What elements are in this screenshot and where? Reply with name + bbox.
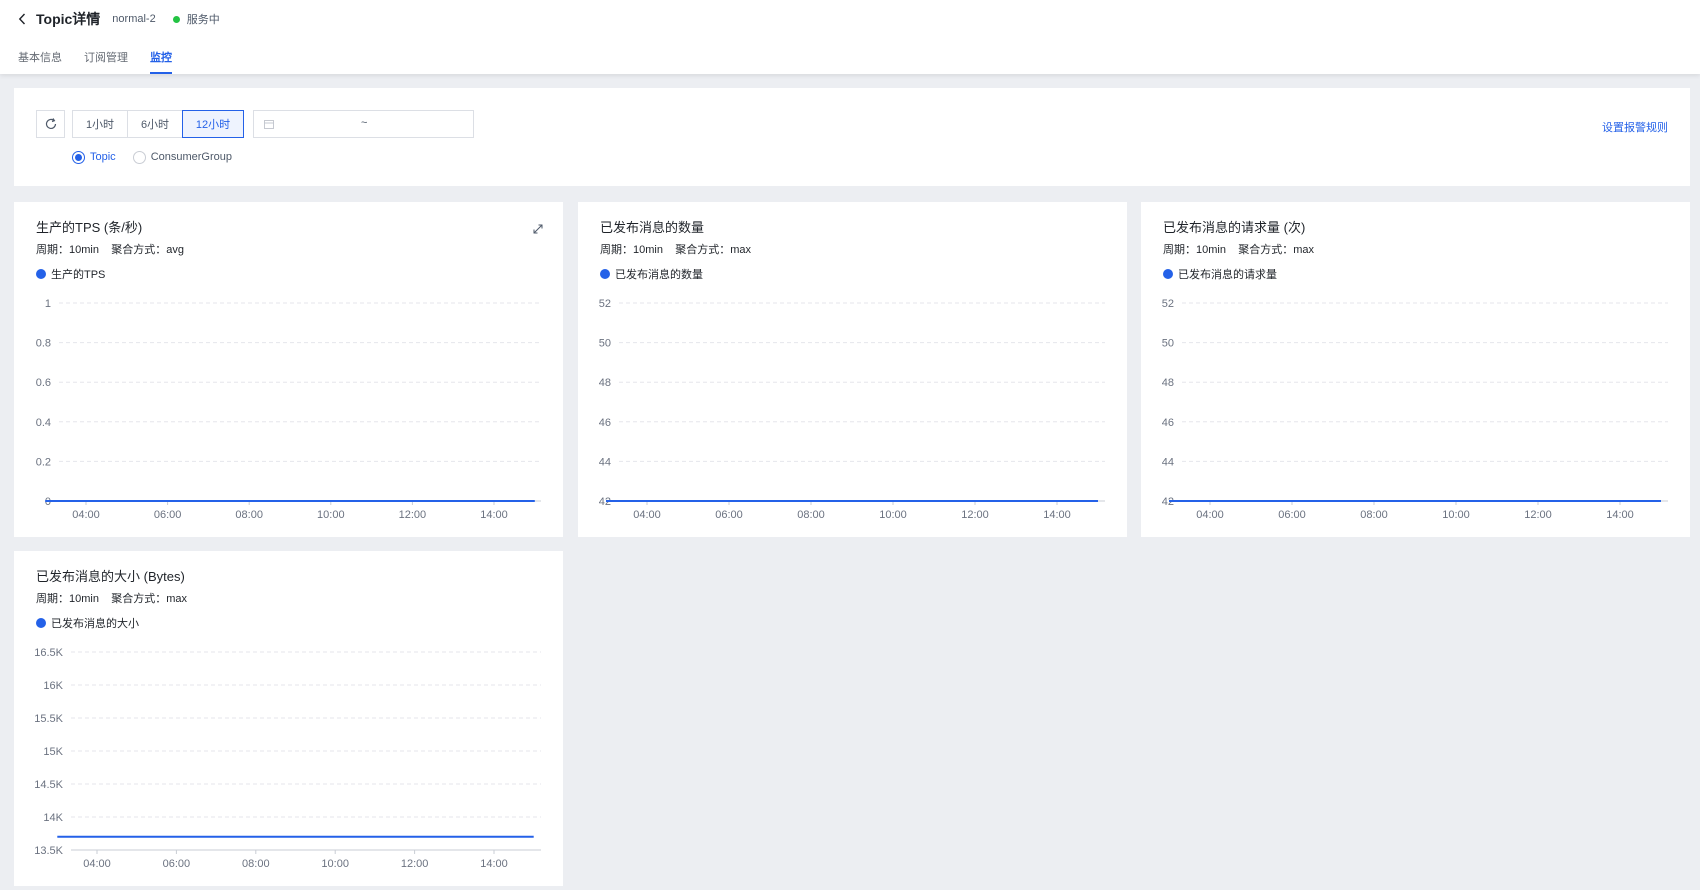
y-tick-label: 48 xyxy=(599,377,611,389)
x-tick-label: 10:00 xyxy=(879,509,907,521)
chevron-left-icon[interactable] xyxy=(18,9,32,29)
y-tick-label: 13.5K xyxy=(34,845,63,857)
time-range-group: 1小时 6小时 12小时 xyxy=(72,110,244,138)
instance-name: normal-2 xyxy=(112,13,156,25)
x-tick-label: 08:00 xyxy=(242,858,270,870)
y-tick-label: 44 xyxy=(599,456,611,468)
x-tick-label: 12:00 xyxy=(399,509,427,521)
chart-card-tps: 生产的TPS (条/秒) 周期：10min 聚合方式：avg 生产的TPS 10… xyxy=(14,202,563,537)
date-range-picker[interactable]: ~ xyxy=(253,110,474,138)
calendar-icon xyxy=(264,120,274,129)
radio-topic-label: Topic xyxy=(90,151,116,163)
title-row: Topic详情 normal-2 服务中 xyxy=(18,9,220,29)
date-separator: ~ xyxy=(361,117,368,129)
page-title: Topic详情 xyxy=(36,11,101,27)
monitor-toolbar: 1小时 6小时 12小时 ~ 设置报警规则 Topic ConsumerGrou… xyxy=(14,88,1690,186)
y-tick-label: 1 xyxy=(45,298,51,310)
radio-consumer-group[interactable]: ConsumerGroup xyxy=(132,150,233,164)
chart-card-msg-count: 已发布消息的数量 周期：10min 聚合方式：max 已发布消息的数量 52 50… xyxy=(578,202,1127,537)
x-tick-label: 08:00 xyxy=(797,509,825,521)
y-tick-label: 14K xyxy=(43,812,63,824)
refresh-button[interactable] xyxy=(36,110,65,138)
y-tick-label: 14.5K xyxy=(34,779,63,791)
x-tick-label: 04:00 xyxy=(83,858,111,870)
range-1h-button[interactable]: 1小时 xyxy=(72,110,128,138)
set-alarm-rule-link[interactable]: 设置报警规则 xyxy=(1602,119,1668,135)
status-dot-icon xyxy=(172,15,180,23)
x-tick-label: 06:00 xyxy=(163,858,191,870)
radio-consumer-group-label: ConsumerGroup xyxy=(150,151,233,163)
x-tick-label: 06:00 xyxy=(1278,509,1306,521)
radio-unchecked-icon xyxy=(132,150,146,164)
radio-topic[interactable]: Topic xyxy=(72,150,116,164)
x-tick-label: 08:00 xyxy=(235,509,263,521)
refresh-icon xyxy=(45,118,56,130)
x-tick-label: 12:00 xyxy=(961,509,989,521)
x-tick-label: 14:00 xyxy=(480,509,508,521)
dimension-radio-group: Topic ConsumerGroup xyxy=(72,149,249,165)
x-tick-label: 10:00 xyxy=(321,858,349,870)
x-tick-label: 04:00 xyxy=(1196,509,1224,521)
y-tick-label: 0.4 xyxy=(36,417,51,429)
x-tick-label: 04:00 xyxy=(633,509,661,521)
y-tick-label: 50 xyxy=(599,338,611,350)
y-tick-label: 16K xyxy=(43,680,63,692)
x-tick-label: 10:00 xyxy=(1442,509,1470,521)
x-tick-label: 08:00 xyxy=(1360,509,1388,521)
chart-card-request-count: 已发布消息的请求量 (次) 周期：10min 聚合方式：max 已发布消息的请求… xyxy=(1141,202,1690,537)
range-12h-button[interactable]: 12小时 xyxy=(182,110,244,138)
tab-subscription[interactable]: 订阅管理 xyxy=(84,49,128,74)
x-tick-label: 06:00 xyxy=(715,509,743,521)
page-header: Topic详情 normal-2 服务中 基本信息 订阅管理 监控 xyxy=(0,0,1700,74)
x-tick-label: 12:00 xyxy=(1524,509,1552,521)
y-tick-label: 48 xyxy=(1162,377,1174,389)
y-tick-label: 16.5K xyxy=(34,647,63,659)
y-tick-label: 50 xyxy=(1162,338,1174,350)
radio-checked-icon xyxy=(72,150,85,164)
y-tick-label: 0.6 xyxy=(36,377,51,389)
y-tick-label: 0.8 xyxy=(36,338,51,350)
x-tick-label: 14:00 xyxy=(1606,509,1634,521)
range-6h-button[interactable]: 6小时 xyxy=(127,110,183,138)
status-text: 服务中 xyxy=(186,14,220,26)
x-tick-label: 06:00 xyxy=(154,509,182,521)
x-tick-label: 10:00 xyxy=(317,509,345,521)
y-tick-label: 46 xyxy=(599,417,611,429)
y-tick-label: 52 xyxy=(599,298,611,310)
chart-plot: 52504846444204:00 06:00 08:00 10:00 12:00 14:… xyxy=(1162,298,1668,521)
y-tick-label: 46 xyxy=(1162,417,1174,429)
tab-bar: 基本信息 订阅管理 监控 xyxy=(18,49,194,74)
chart-plot: 16.5K 16K 15.5K 15K 14.5K 14K 13.5K 04:00 06:00 0… xyxy=(34,647,541,870)
y-tick-label: 15.5K xyxy=(34,713,63,725)
x-tick-label: 14:00 xyxy=(1043,509,1071,521)
x-tick-label: 12:00 xyxy=(401,858,429,870)
x-tick-label: 14:00 xyxy=(480,858,508,870)
y-tick-label: 0.2 xyxy=(36,456,51,468)
chart-card-msg-size: 已发布消息的大小 (Bytes) 周期：10min 聚合方式：max 已发布消息… xyxy=(14,551,563,886)
y-tick-label: 52 xyxy=(1162,298,1174,310)
x-tick-label: 04:00 xyxy=(72,509,100,521)
tab-monitor[interactable]: 监控 xyxy=(150,49,172,74)
y-tick-label: 15K xyxy=(43,746,63,758)
y-tick-label: 44 xyxy=(1162,456,1174,468)
chart-plot: 52504846444204:00 06:00 08:00 10:00 12:00 14:… xyxy=(599,298,1105,521)
chart-plot: 10.80.60.40.2004:00 06:00 08:00 10:00 12:00 1… xyxy=(36,298,541,521)
tab-basic-info[interactable]: 基本信息 xyxy=(18,49,62,74)
